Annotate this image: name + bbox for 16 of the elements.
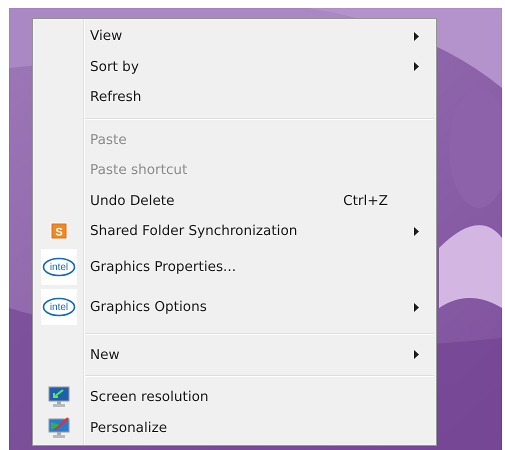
menu-item[interactable]: Shared Folder Synchronization: [83, 223, 414, 240]
menu-item[interactable]: Personalize: [83, 420, 414, 436]
menu-item[interactable]: Screen resolution: [83, 389, 414, 406]
menu-item[interactable]: New: [83, 346, 414, 363]
oval-logo-icon: intel: [41, 289, 77, 326]
menu-item[interactable]: Undo Delete: [83, 192, 344, 209]
menu-item[interactable]: View: [83, 28, 414, 44]
s-square-icon: S: [50, 222, 68, 240]
monitor-brush-icon: [48, 416, 70, 439]
menu-item[interactable]: Graphics Properties...: [83, 258, 414, 275]
monitor-icon: [48, 386, 70, 408]
menu-item[interactable]: Graphics Options: [83, 299, 414, 316]
oval-logo-icon: intel: [41, 248, 77, 285]
menu-item[interactable]: Refresh: [83, 89, 414, 106]
shortcut-label: Ctrl+Z: [343, 192, 389, 209]
menu-item[interactable]: Sort by: [83, 58, 414, 75]
